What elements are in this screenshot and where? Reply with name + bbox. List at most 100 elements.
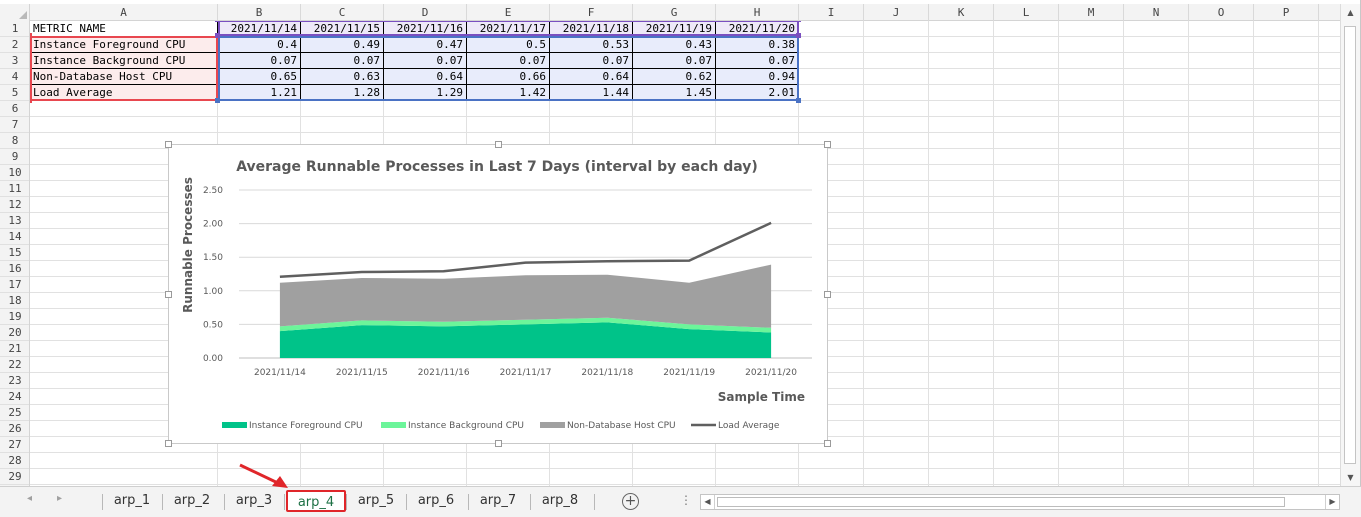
column-header-e[interactable]: E: [467, 4, 550, 21]
horizontal-scrollbar[interactable]: ◀ ▶: [700, 494, 1340, 510]
resize-handle-r[interactable]: [824, 291, 831, 298]
column-header-o[interactable]: O: [1189, 4, 1254, 21]
scroll-right-icon[interactable]: ▶: [1325, 495, 1339, 509]
cell-metric-value[interactable]: 1.45: [633, 85, 716, 101]
cell-metric-value[interactable]: 0.64: [550, 69, 633, 85]
add-sheet-icon[interactable]: +: [622, 493, 639, 510]
column-header-b[interactable]: B: [218, 4, 301, 21]
row-header-1[interactable]: 1: [0, 21, 29, 37]
row-header-17[interactable]: 17: [0, 277, 29, 293]
horizontal-scroll-thumb[interactable]: [717, 497, 1285, 507]
cell-metric-value[interactable]: 0.64: [384, 69, 467, 85]
sheet-tab-arp-8[interactable]: arp_8: [532, 490, 588, 512]
resize-handle-br[interactable]: [824, 440, 831, 447]
row-header-21[interactable]: 21: [0, 341, 29, 357]
cell-metric-value[interactable]: 0.5: [467, 37, 550, 53]
cell-metric-value[interactable]: 0.07: [467, 53, 550, 69]
column-header-p[interactable]: P: [1254, 4, 1319, 21]
range-corner-handle[interactable]: [796, 33, 801, 38]
row-header-4[interactable]: 4: [0, 69, 29, 85]
tab-options-icon[interactable]: ⋮: [680, 493, 692, 507]
range-corner-handle[interactable]: [30, 98, 32, 103]
row-header-20[interactable]: 20: [0, 325, 29, 341]
column-header-h[interactable]: H: [716, 4, 799, 21]
cell-metric-value[interactable]: 0.07: [301, 53, 384, 69]
sheet-tab-arp-2[interactable]: arp_2: [164, 490, 220, 512]
sheet-tab-arp-4[interactable]: arp_4: [286, 490, 346, 512]
select-all-corner[interactable]: [0, 4, 30, 21]
cell-metric-value[interactable]: 0.07: [218, 53, 301, 69]
row-header-14[interactable]: 14: [0, 229, 29, 245]
sheet-tab-arp-1[interactable]: arp_1: [104, 490, 160, 512]
cell-metric-value[interactable]: 0.38: [716, 37, 799, 53]
cell-metric-value[interactable]: 0.63: [301, 69, 384, 85]
cell-metric-name[interactable]: Load Average: [30, 85, 218, 101]
sheet-tab-arp-3[interactable]: arp_3: [226, 490, 282, 512]
cell-date-header[interactable]: 2021/11/17: [467, 21, 550, 37]
row-header-6[interactable]: 6: [0, 101, 29, 117]
cell-metric-value[interactable]: 0.07: [716, 53, 799, 69]
row-header-24[interactable]: 24: [0, 389, 29, 405]
row-header-29[interactable]: 29: [0, 469, 29, 485]
row-header-16[interactable]: 16: [0, 261, 29, 277]
column-header-l[interactable]: L: [994, 4, 1059, 21]
row-header-18[interactable]: 18: [0, 293, 29, 309]
column-header-f[interactable]: F: [550, 4, 633, 21]
cell-metric-value[interactable]: 0.47: [384, 37, 467, 53]
column-header-n[interactable]: N: [1124, 4, 1189, 21]
cell-metric-value[interactable]: 0.53: [550, 37, 633, 53]
cell-date-header[interactable]: 2021/11/15: [301, 21, 384, 37]
column-header-a[interactable]: A: [30, 4, 218, 21]
cell-metric-value[interactable]: 1.44: [550, 85, 633, 101]
column-header-k[interactable]: K: [929, 4, 994, 21]
resize-handle-tr[interactable]: [824, 141, 831, 148]
row-header-15[interactable]: 15: [0, 245, 29, 261]
range-corner-handle[interactable]: [30, 33, 32, 38]
row-header-27[interactable]: 27: [0, 437, 29, 453]
cell-metric-value[interactable]: 0.43: [633, 37, 716, 53]
cell-metric-value[interactable]: 1.28: [301, 85, 384, 101]
scroll-up-icon[interactable]: ▲: [1341, 4, 1360, 21]
cell-metric-value[interactable]: 1.42: [467, 85, 550, 101]
cell-metric-value[interactable]: 0.49: [301, 37, 384, 53]
row-header-3[interactable]: 3: [0, 53, 29, 69]
range-corner-handle[interactable]: [796, 21, 801, 22]
row-header-7[interactable]: 7: [0, 117, 29, 133]
row-header-5[interactable]: 5: [0, 85, 29, 101]
row-header-9[interactable]: 9: [0, 149, 29, 165]
cell-metric-value[interactable]: 0.4: [218, 37, 301, 53]
cell-grid[interactable]: METRIC NAME 2021/11/14 2021/11/15 2021/11/1…: [30, 21, 1340, 486]
next-sheet-icon[interactable]: ▸: [57, 493, 62, 504]
column-header-m[interactable]: M: [1059, 4, 1124, 21]
vertical-scrollbar[interactable]: ▲ ▼: [1340, 4, 1360, 486]
resize-handle-b[interactable]: [495, 440, 502, 447]
sheet-tab-arp-7[interactable]: arp_7: [470, 490, 526, 512]
vertical-scroll-thumb[interactable]: [1344, 26, 1356, 464]
row-header-2[interactable]: 2: [0, 37, 29, 53]
cell-metric-value[interactable]: 0.66: [467, 69, 550, 85]
prev-sheet-icon[interactable]: ◂: [27, 493, 32, 504]
column-header-i[interactable]: I: [799, 4, 864, 21]
column-header-d[interactable]: D: [384, 4, 467, 21]
row-header-28[interactable]: 28: [0, 453, 29, 469]
row-header-22[interactable]: 22: [0, 357, 29, 373]
sheet-tab-arp-6[interactable]: arp_6: [408, 490, 464, 512]
resize-handle-t[interactable]: [495, 141, 502, 148]
cell-metric-name-header[interactable]: METRIC NAME: [30, 21, 218, 37]
row-header-12[interactable]: 12: [0, 197, 29, 213]
cell-metric-value[interactable]: 0.94: [716, 69, 799, 85]
sheet-tab-arp-5[interactable]: arp_5: [348, 490, 404, 512]
cell-metric-value[interactable]: 1.21: [218, 85, 301, 101]
cell-metric-value[interactable]: 0.65: [218, 69, 301, 85]
resize-handle-l[interactable]: [165, 291, 172, 298]
cell-date-header[interactable]: 2021/11/16: [384, 21, 467, 37]
cell-metric-value[interactable]: 1.29: [384, 85, 467, 101]
cell-metric-name[interactable]: Instance Foreground CPU: [30, 37, 218, 53]
range-corner-handle[interactable]: [215, 21, 220, 22]
row-header-26[interactable]: 26: [0, 421, 29, 437]
cell-date-header[interactable]: 2021/11/14: [218, 21, 301, 37]
cell-metric-value[interactable]: 2.01: [716, 85, 799, 101]
resize-handle-bl[interactable]: [165, 440, 172, 447]
cell-date-header[interactable]: 2021/11/19: [633, 21, 716, 37]
cell-date-header[interactable]: 2021/11/18: [550, 21, 633, 37]
